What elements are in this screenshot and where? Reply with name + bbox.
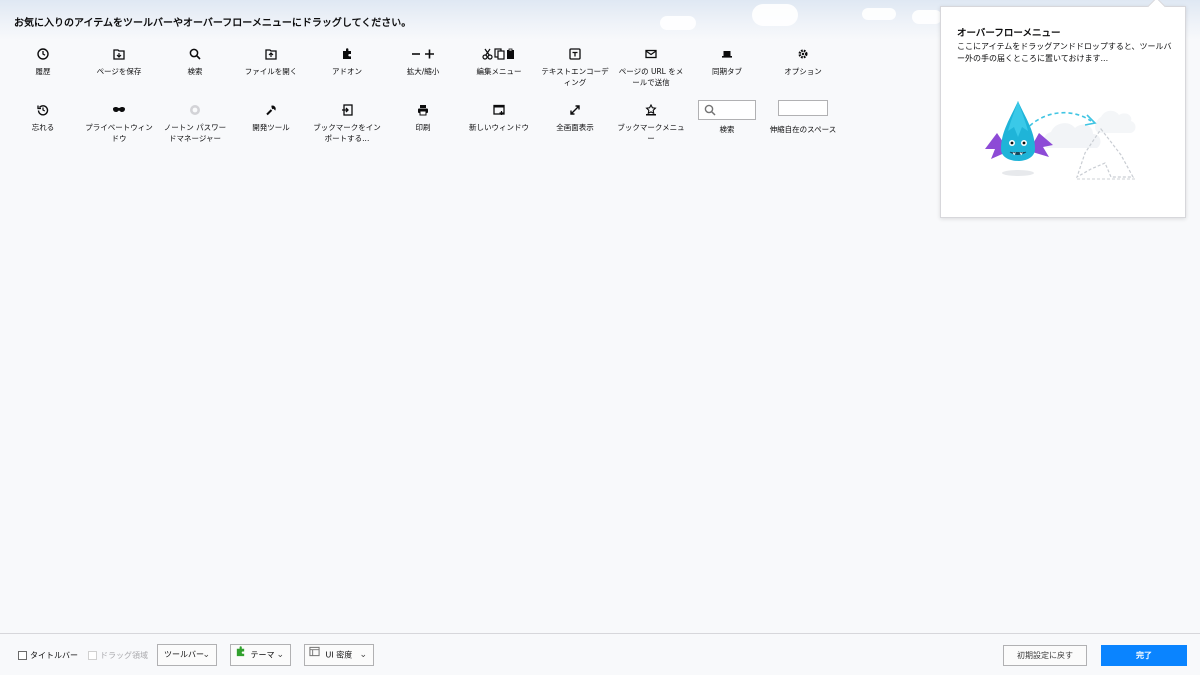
palette-item-edit[interactable]: 編集メニュー <box>461 48 537 77</box>
wrench-icon <box>259 104 283 118</box>
overflow-menu-title: オーバーフローメニュー <box>957 28 1061 39</box>
private-mask-icon <box>107 104 131 118</box>
clock-icon <box>31 48 55 62</box>
palette-item-zoom[interactable]: 拡大/縮小 <box>385 48 461 77</box>
density-dropdown[interactable]: UI 密度 ⌄ <box>304 644 374 666</box>
drag-space-label: ドラッグ領域 <box>100 651 148 660</box>
norton-icon <box>183 104 207 118</box>
palette-item-preferences[interactable]: オプション <box>765 48 841 77</box>
palette-item-save-page[interactable]: ページを保存 <box>81 48 157 77</box>
fullscreen-icon <box>563 104 587 118</box>
themes-dropdown-label: テーマ <box>250 650 275 660</box>
overflow-menu-description: ここにアイテムをドラッグアンドドロップすると、ツールバー外の手の届くところに置い… <box>957 42 1172 63</box>
synced-tabs-icon <box>715 48 739 62</box>
palette-item-developer-tools[interactable]: 開発ツール <box>233 104 309 133</box>
palette-item-flexible-space[interactable]: 伸縮自在のスペース <box>765 100 841 135</box>
flexible-space-icon <box>778 100 828 116</box>
palette-item-fullscreen[interactable]: 全画面表示 <box>537 104 613 133</box>
palette-item-import-bookmarks[interactable]: ブックマークをインポートする... <box>309 104 385 144</box>
restore-defaults-button[interactable]: 初期設定に戻す <box>1003 645 1087 666</box>
mail-icon <box>639 48 663 62</box>
themes-dropdown[interactable]: テーマ ⌄ <box>230 644 291 666</box>
gear-icon <box>791 48 815 62</box>
puzzle-icon <box>335 48 359 62</box>
edit-icon <box>481 48 517 62</box>
puzzle-icon <box>235 645 246 665</box>
palette-item-synced-tabs[interactable]: 同期タブ <box>689 48 765 77</box>
drag-space-checkbox[interactable] <box>88 651 97 660</box>
palette-item-email-link[interactable]: ページの URL をメールで送信 <box>613 48 689 88</box>
palette-item-addons[interactable]: アドオン <box>309 48 385 77</box>
palette-item-search-box[interactable]: 検索 <box>689 100 765 135</box>
palette-item-search[interactable]: 検索 <box>157 48 233 77</box>
open-file-icon <box>259 48 283 62</box>
done-button[interactable]: 完了 <box>1101 645 1187 666</box>
palette-item-text-encoding[interactable]: テキストエンコーディング <box>537 48 613 88</box>
import-icon <box>335 104 359 118</box>
overflow-illustration <box>981 97 1151 207</box>
palette-item-print[interactable]: 印刷 <box>385 104 461 133</box>
density-dropdown-label: UI 密度 <box>325 650 353 660</box>
density-icon <box>309 645 320 665</box>
title-bar-label: タイトルバー <box>30 651 78 660</box>
chevron-down-icon: ⌄ <box>276 650 284 660</box>
bookmark-menu-icon <box>639 104 663 118</box>
customize-instructions: お気に入りのアイテムをツールバーやオーバーフローメニューにドラッグしてください。 <box>14 18 412 29</box>
new-window-icon <box>487 104 511 118</box>
print-icon <box>411 104 435 118</box>
save-page-icon <box>107 48 131 62</box>
palette-item-forget[interactable]: 忘れる <box>5 104 81 133</box>
customize-footer: タイトルバー ドラッグ領域 ツールバー ⌄ テーマ ⌄ UI 密度 ⌄ 初期設定… <box>0 633 1200 675</box>
overflow-menu-panel[interactable]: オーバーフローメニュー ここにアイテムをドラッグアンドドロップすると、ツールバー… <box>940 0 1186 218</box>
toolbars-dropdown-label: ツールバー <box>164 650 204 659</box>
search-icon <box>183 48 207 62</box>
palette-item-private-window[interactable]: プライベートウィンドウ <box>81 104 157 144</box>
toolbars-dropdown[interactable]: ツールバー ⌄ <box>157 644 217 666</box>
forget-icon <box>31 104 55 118</box>
text-encoding-icon <box>563 48 587 62</box>
search-box-icon <box>698 100 756 120</box>
palette-item-history[interactable]: 履歴 <box>5 48 81 77</box>
chevron-down-icon: ⌄ <box>359 650 367 660</box>
chevron-down-icon: ⌄ <box>202 650 210 660</box>
palette-item-open-file[interactable]: ファイルを開く <box>233 48 309 77</box>
palette-item-new-window[interactable]: 新しいウィンドウ <box>461 104 537 133</box>
title-bar-checkbox[interactable] <box>18 651 27 660</box>
zoom-icon <box>408 48 438 62</box>
palette-item-norton-password-manager[interactable]: ノートン パスワードマネージャー <box>157 104 233 144</box>
palette-item-bookmarks-menu[interactable]: ブックマークメニュー <box>613 104 689 144</box>
